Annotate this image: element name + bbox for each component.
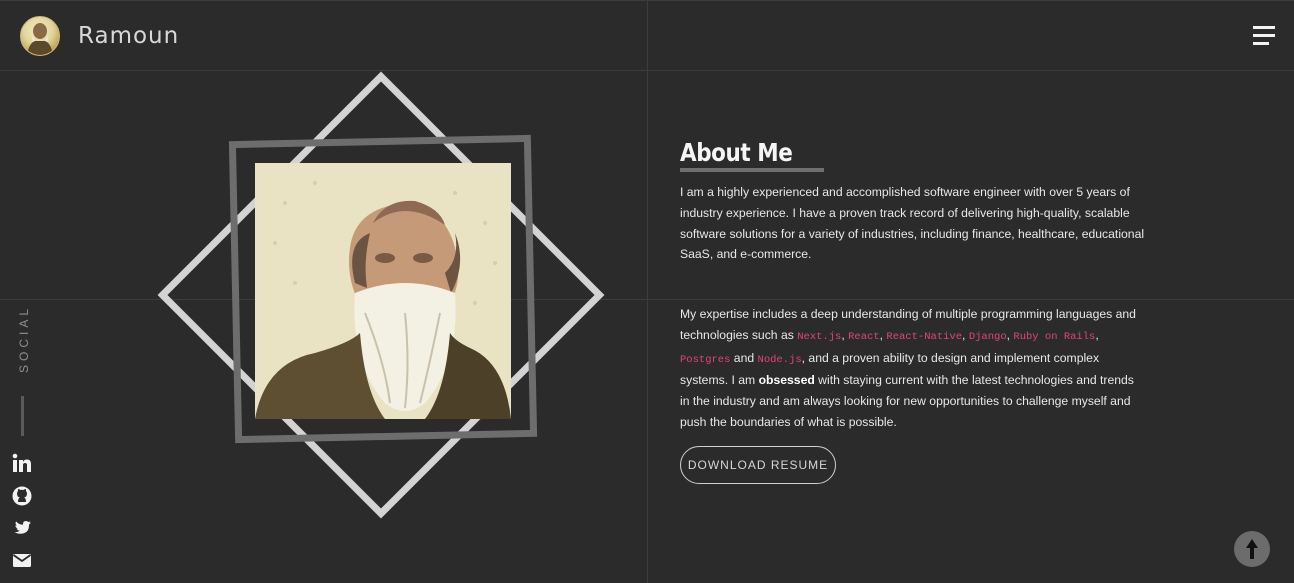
tech-tag: React: [848, 330, 880, 343]
tech-tag: Ruby on Rails: [1013, 330, 1096, 343]
social-label: SOCIAL: [17, 304, 31, 373]
emphasis-text: obsessed: [758, 373, 815, 388]
about-paragraph-2: My expertise includes a deep understandi…: [680, 307, 1136, 429]
download-resume-button[interactable]: DOWNLOAD RESUME: [680, 446, 836, 484]
github-icon[interactable]: [12, 486, 32, 506]
profile-portrait: [255, 163, 511, 419]
brand-name: Ramoun: [78, 23, 180, 49]
hamburger-menu-icon[interactable]: [1253, 26, 1275, 46]
vertical-divider: [647, 0, 648, 583]
about-paragraph-1: I am a highly experienced and accomplish…: [680, 185, 1145, 262]
linkedin-icon[interactable]: [12, 453, 32, 473]
about-title: About Me: [680, 138, 793, 167]
title-underline: [680, 168, 824, 172]
arrow-up-icon[interactable]: [1234, 531, 1270, 567]
tech-tag: React-Native: [886, 330, 963, 343]
social-divider: [21, 396, 24, 436]
logo-link[interactable]: Ramoun: [20, 16, 179, 56]
tech-tag: Node.js: [757, 353, 802, 366]
email-icon[interactable]: [12, 550, 32, 570]
tech-tag: Next.js: [797, 330, 842, 343]
portrait-avatar-icon: [20, 16, 60, 56]
tech-tag: Django: [968, 330, 1007, 343]
tech-tag: Postgres: [680, 353, 731, 366]
twitter-icon[interactable]: [12, 518, 32, 538]
